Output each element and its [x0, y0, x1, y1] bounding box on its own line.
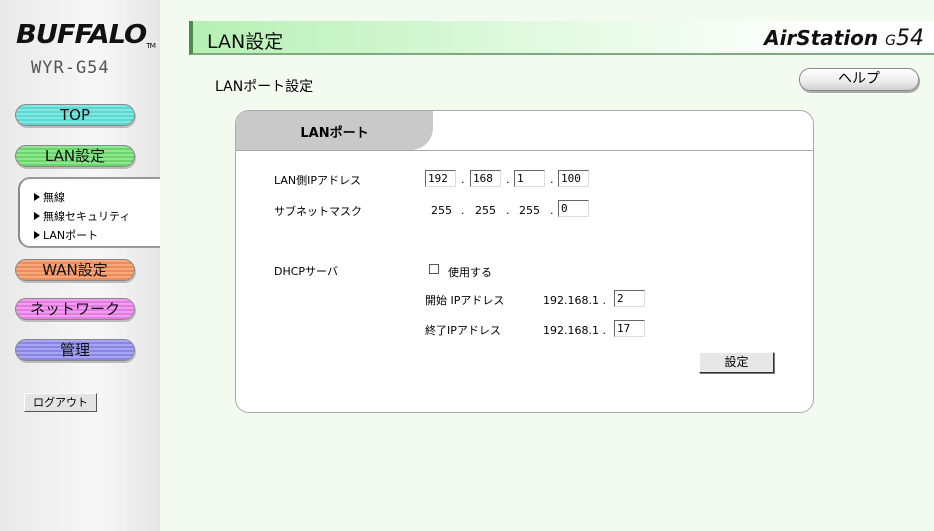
subnet-octet-1: 255 — [431, 204, 452, 217]
triangle-right-icon — [34, 231, 40, 239]
end-ip-prefix: 192.168.1 . — [543, 324, 606, 337]
sidebar: BUFFALOTM WYR-G54 TOP LAN設定 無線 無線セキュリティ … — [0, 0, 160, 531]
subnet-octet-4-input[interactable] — [558, 200, 589, 217]
dhcp-server-label: DHCPサーバ — [274, 265, 338, 278]
help-button[interactable]: ヘルプ — [799, 68, 919, 91]
nav-wan-settings-button[interactable]: WAN設定 — [15, 259, 135, 281]
start-ip-label: 開始 IPアドレス — [425, 294, 505, 307]
nav-network-button[interactable]: ネットワーク — [15, 298, 135, 320]
logout-button[interactable]: ログアウト — [24, 393, 97, 412]
subnet-octet-2: 255 — [475, 204, 496, 217]
submenu-item-wireless-security[interactable]: 無線セキュリティ — [34, 208, 130, 224]
triangle-right-icon — [34, 212, 40, 220]
lan-ip-octet-3-input[interactable] — [514, 170, 545, 187]
lan-submenu: 無線 無線セキュリティ LANポート — [18, 177, 160, 248]
dhcp-enable-checkbox[interactable] — [429, 264, 439, 274]
model-name: WYR-G54 — [31, 58, 110, 78]
panel-tab-label: LANポート — [300, 126, 369, 141]
submenu-item-wireless[interactable]: 無線 — [34, 189, 65, 205]
page-header: LAN設定 AirStation G54 — [189, 21, 934, 55]
start-ip-last-octet-input[interactable] — [614, 290, 645, 307]
end-ip-label: 終了IPアドレス — [425, 324, 501, 337]
page-title: LAN設定 — [207, 31, 284, 53]
nav-management-button[interactable]: 管理 — [15, 339, 135, 361]
dhcp-enable-label: 使用する — [448, 266, 492, 279]
nav-lan-settings-button[interactable]: LAN設定 — [15, 145, 135, 167]
lan-ip-octet-1-input[interactable] — [425, 170, 456, 187]
panel-tab: LANポート — [236, 111, 433, 150]
section-title: LANポート設定 — [215, 79, 314, 95]
apply-settings-button[interactable]: 設定 — [699, 352, 774, 373]
subnet-octet-3: 255 — [519, 204, 540, 217]
airstation-logo: AirStation G54 — [764, 26, 924, 51]
subnet-mask-label: サブネットマスク — [274, 205, 362, 218]
submenu-item-lan-port[interactable]: LANポート — [34, 227, 98, 243]
lan-ip-octet-4-input[interactable] — [558, 170, 589, 187]
triangle-right-icon — [34, 193, 40, 201]
start-ip-prefix: 192.168.1 . — [543, 294, 606, 307]
nav-top-button[interactable]: TOP — [15, 104, 135, 126]
end-ip-last-octet-input[interactable] — [614, 320, 645, 337]
lan-ip-label: LAN側IPアドレス — [274, 174, 362, 187]
panel-divider — [236, 150, 813, 151]
buffalo-logo: BUFFALOTM — [16, 20, 156, 50]
lan-ip-octet-2-input[interactable] — [470, 170, 501, 187]
